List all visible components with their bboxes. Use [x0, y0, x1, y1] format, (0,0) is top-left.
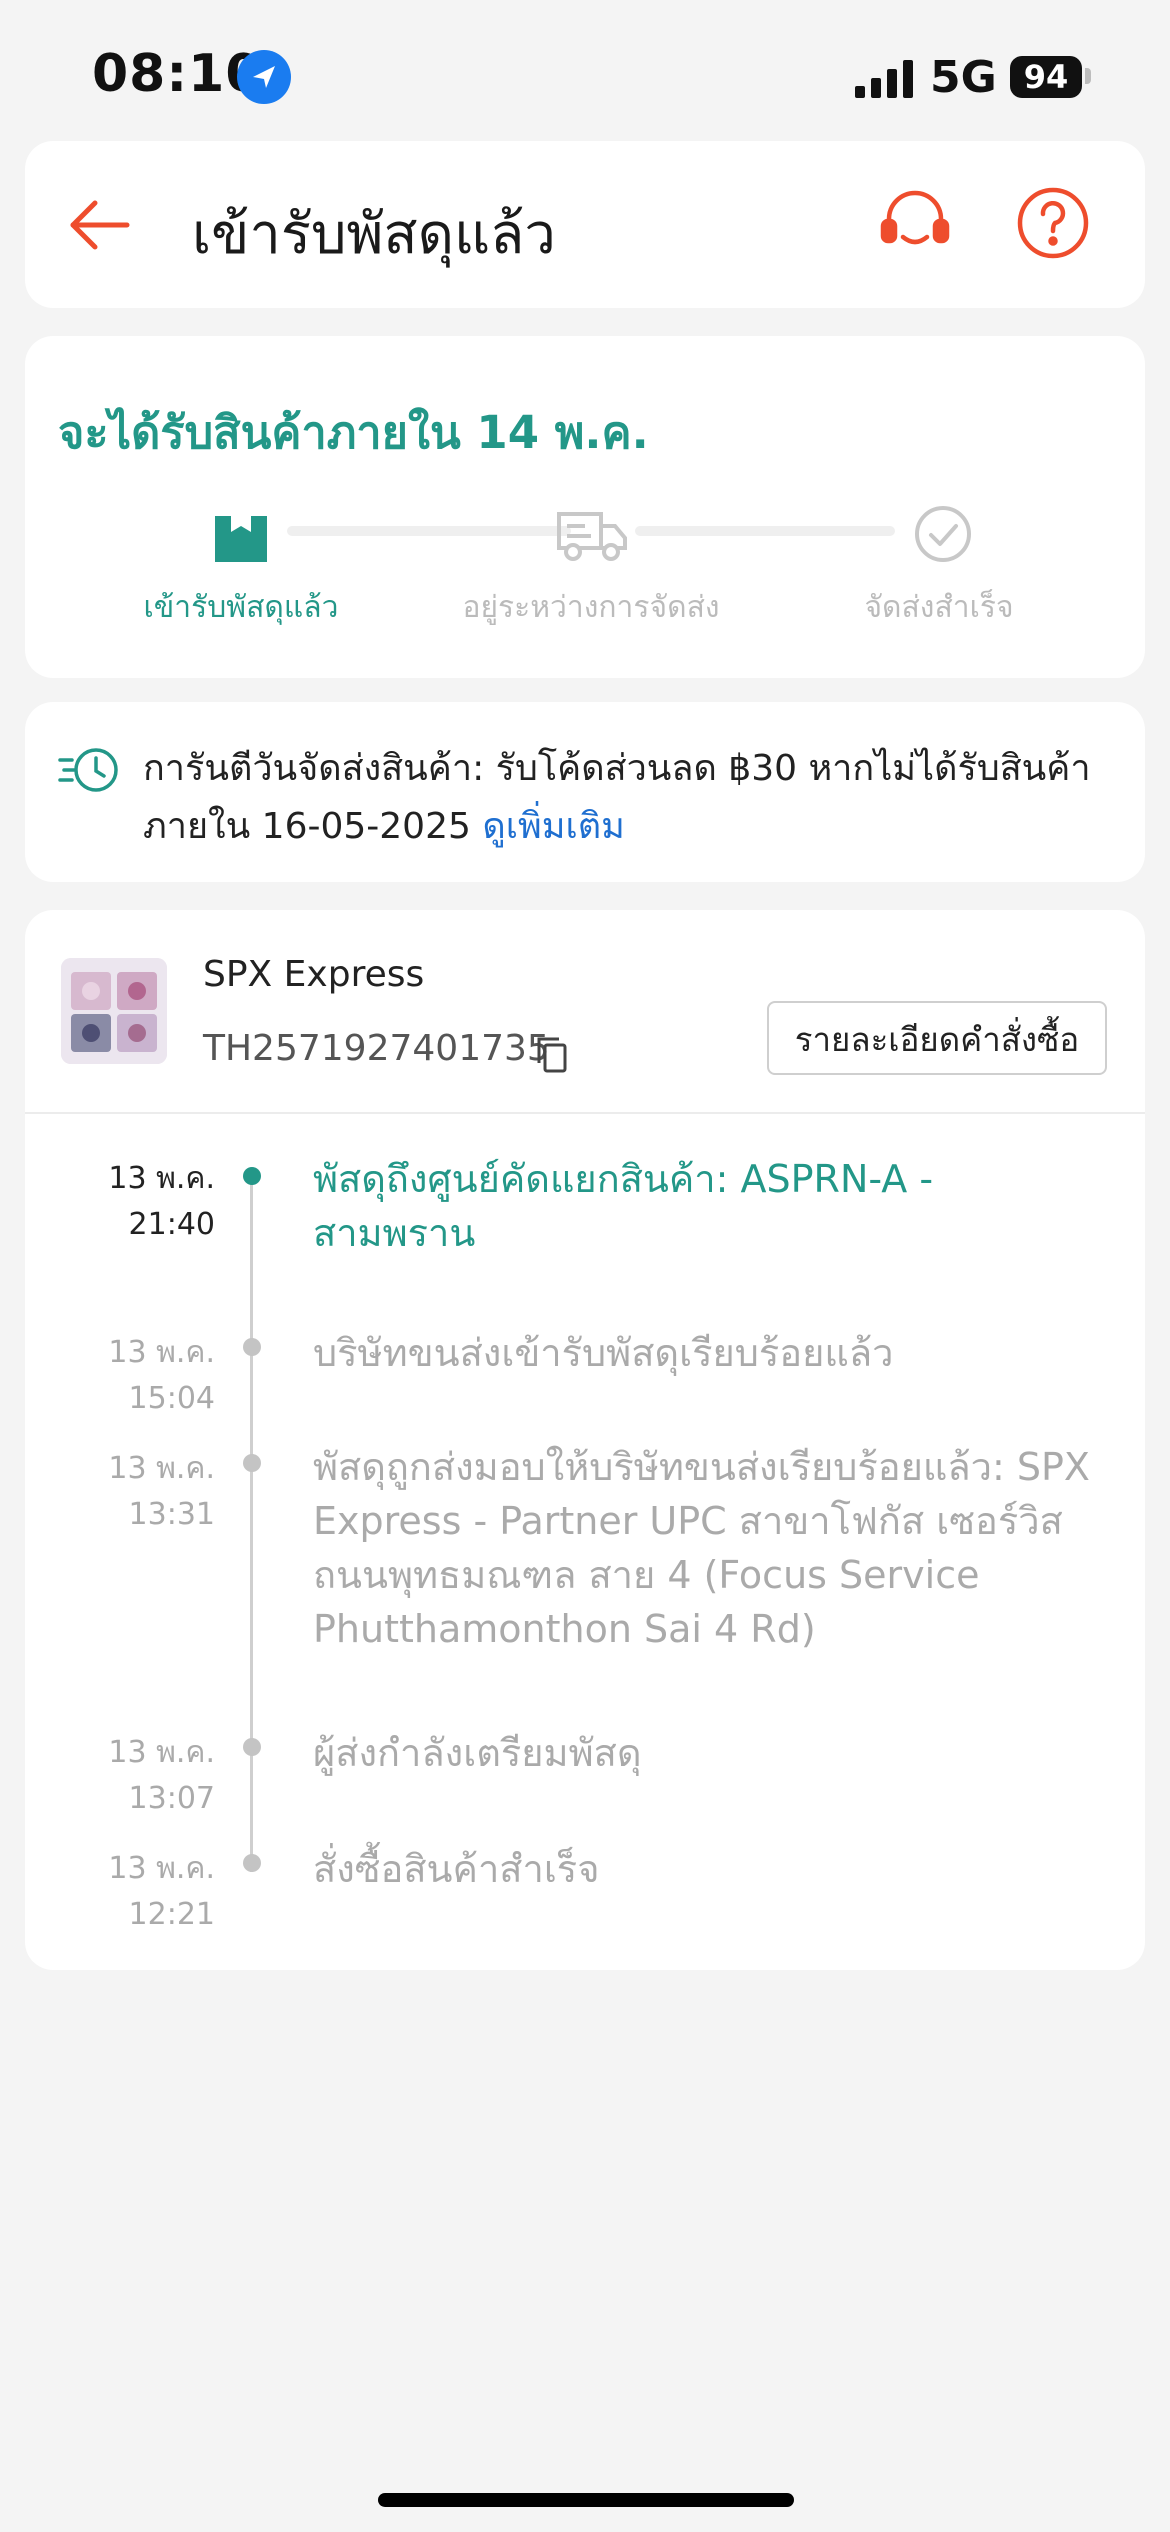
timeline-date: 13 พ.ค. 21:40: [65, 1156, 215, 1248]
timeline-dot: [243, 1454, 261, 1472]
tracking-number: TH2571927401735: [203, 1028, 550, 1069]
progress-line-2: [635, 526, 895, 536]
timeline-event: พัสดุถูกส่งมอบให้บริษัทขนส่งเรียบร้อยแล้…: [313, 1445, 1090, 1651]
progress-line-1: [287, 526, 571, 536]
timeline-event: บริษัทขนส่งเข้ารับพัสดุเรียบร้อยแล้ว: [313, 1331, 894, 1375]
guarantee-text: การันตีวันจัดส่งสินค้า: รับโค้ดส่วนลด ฿3…: [143, 740, 1103, 856]
timeline-date: 13 พ.ค. 13:31: [65, 1446, 215, 1538]
product-thumbnail[interactable]: [61, 958, 167, 1064]
timeline-date: 13 พ.ค. 15:04: [65, 1330, 215, 1422]
event-time: 15:04: [128, 1381, 215, 1416]
package-icon: [211, 508, 271, 568]
timeline-date: 13 พ.ค. 13:07: [65, 1730, 215, 1822]
step-label-delivered: จัดส่งสำเร็จ: [864, 590, 1014, 625]
event-time: 12:21: [128, 1897, 215, 1932]
timeline-event: พัสดุถึงศูนย์คัดแยกสินค้า: ASPRN-A - สาม…: [313, 1157, 934, 1255]
event-time: 13:07: [128, 1781, 215, 1816]
carrier-name: SPX Express: [203, 954, 425, 995]
timeline-line: [250, 1172, 253, 1872]
truck-icon: [555, 506, 629, 566]
delivery-guarantee-card[interactable]: การันตีวันจัดส่งสินค้า: รับโค้ดส่วนลด ฿3…: [25, 702, 1145, 882]
page-title: เข้ารับพัสดุแล้ว: [192, 202, 556, 267]
timeline-event: สั่งซื้อสินค้าสำเร็จ: [313, 1847, 600, 1891]
timeline-date: 13 พ.ค. 12:21: [65, 1846, 215, 1938]
event-date: 13 พ.ค.: [108, 1735, 215, 1770]
location-arrow-icon: [237, 50, 291, 104]
check-circle-icon: [913, 504, 973, 564]
battery-indicator: 94: [1010, 56, 1082, 98]
delivery-progress-card: จะได้รับสินค้าภายใน 14 พ.ค. เข้ารับพัสดุ…: [25, 336, 1145, 678]
header-bar: เข้ารับพัสดุแล้ว: [25, 141, 1145, 308]
timeline-dot: [243, 1738, 261, 1756]
estimated-delivery-text: จะได้รับสินค้าภายใน 14 พ.ค.: [58, 406, 649, 459]
timeline-dot: [243, 1854, 261, 1872]
back-arrow-icon[interactable]: [65, 191, 133, 259]
home-indicator[interactable]: [378, 2493, 794, 2507]
timeline-dot: [243, 1167, 261, 1185]
timeline-event: ผู้ส่งกำลังเตรียมพัสดุ: [313, 1731, 642, 1775]
event-date: 13 พ.ค.: [108, 1451, 215, 1486]
divider: [25, 1112, 1145, 1114]
event-date: 13 พ.ค.: [108, 1851, 215, 1886]
see-more-link[interactable]: ดูเพิ่มเติม: [482, 806, 625, 847]
network-type: 5G: [930, 52, 997, 103]
tracking-card: SPX Express TH2571927401735 รายละเอียดคำ…: [25, 910, 1145, 1970]
copy-icon[interactable]: [535, 1035, 569, 1075]
battery-tip: [1085, 68, 1091, 84]
event-time: 13:31: [128, 1497, 215, 1532]
event-date: 13 พ.ค.: [108, 1335, 215, 1370]
event-date: 13 พ.ค.: [108, 1161, 215, 1196]
event-time: 21:40: [128, 1207, 215, 1242]
step-label-in-transit: อยู่ระหว่างการจัดส่ง: [462, 590, 720, 625]
help-question-icon[interactable]: [1015, 185, 1091, 261]
timeline-dot: [243, 1338, 261, 1356]
customer-support-headset-icon[interactable]: [877, 185, 953, 261]
fast-clock-icon: [58, 744, 120, 796]
step-label-picked-up: เข้ารับพัสดุแล้ว: [143, 590, 339, 625]
order-details-button[interactable]: รายละเอียดคำสั่งซื้อ: [767, 1001, 1107, 1075]
cellular-signal-icon: [855, 60, 915, 98]
